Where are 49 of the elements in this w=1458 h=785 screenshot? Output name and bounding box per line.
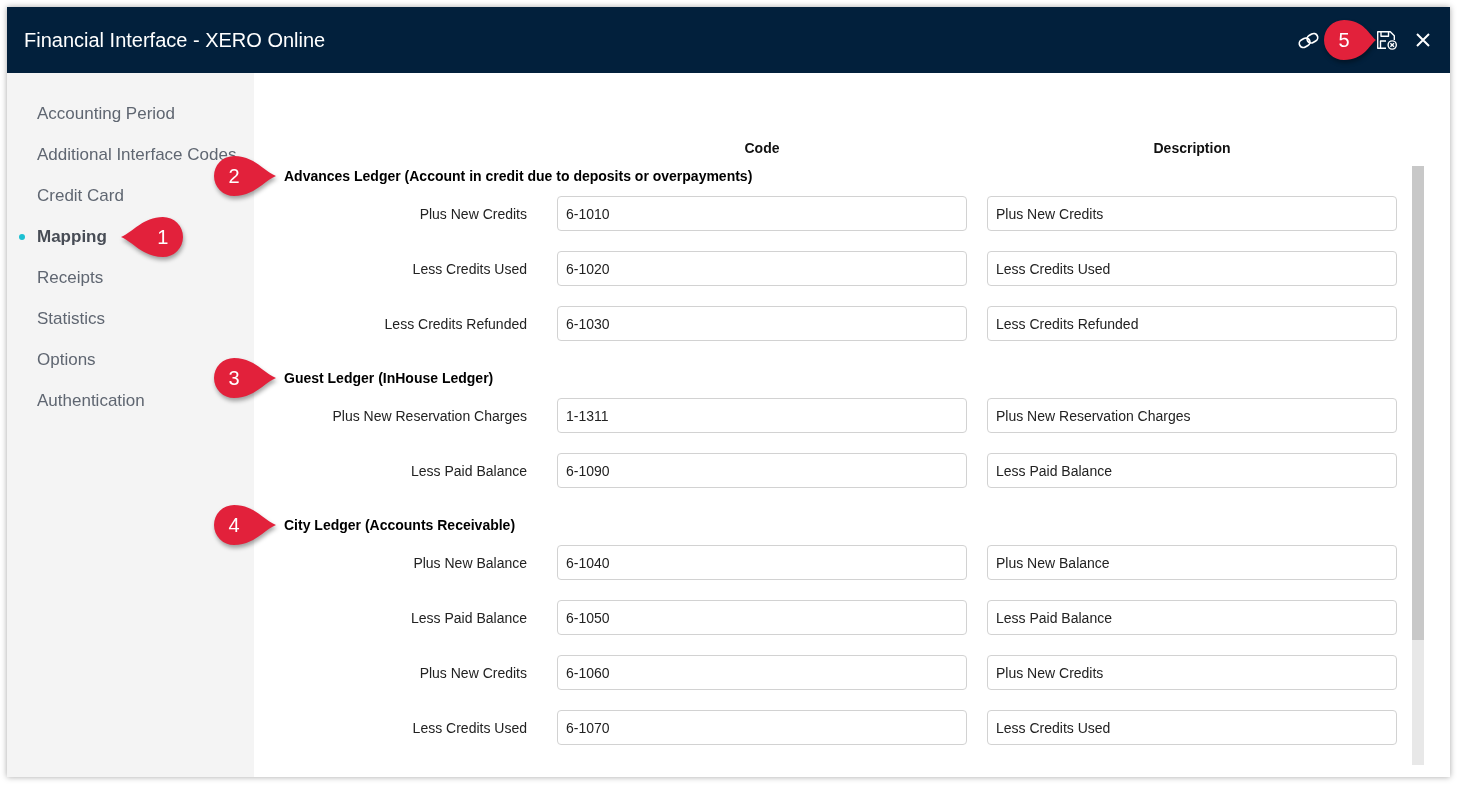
section-title: City Ledger (Accounts Receivable) (284, 516, 516, 535)
code-field[interactable]: 6-1060 (557, 655, 967, 690)
column-header: Description (1153, 139, 1231, 158)
field-label: Less Credits Used (412, 719, 527, 736)
sidebar-item[interactable]: Receipts (37, 267, 104, 288)
field-label: Plus New Balance (413, 554, 527, 571)
sidebar-item[interactable]: Credit Card (37, 185, 124, 206)
step-callout: 1 (120, 216, 183, 257)
description-field[interactable]: Less Credits Refunded (987, 306, 1397, 341)
step-callout: 5 (1324, 20, 1376, 60)
description-field[interactable]: Less Paid Balance (987, 453, 1397, 488)
description-field[interactable]: Less Paid Balance (987, 600, 1397, 635)
step-callout: 4 (214, 505, 276, 545)
description-field[interactable]: Plus New Balance (987, 545, 1397, 580)
code-field[interactable]: 6-1020 (557, 251, 967, 286)
code-field[interactable]: 6-1090 (557, 453, 967, 488)
description-field[interactable]: Plus New Reservation Charges (987, 398, 1397, 433)
section-title: Advances Ledger (Account in credit due to deposits or overpayments) (284, 167, 753, 186)
sidebar-item[interactable]: Mapping (19, 226, 107, 247)
field-label: Less Paid Balance (411, 609, 527, 626)
floppy-disk-cancel-icon[interactable] (1376, 30, 1398, 50)
scrollbar[interactable] (1412, 166, 1424, 765)
window-title: Financial Interface - XERO Online (24, 28, 326, 52)
sidebar-item[interactable]: Statistics (37, 308, 106, 329)
selected-dot-icon (19, 233, 25, 240)
field-label: Less Credits Refunded (384, 315, 527, 332)
code-field[interactable]: 6-1030 (557, 306, 967, 341)
description-field[interactable]: Less Credits Used (987, 251, 1397, 286)
column-header: Code (744, 139, 780, 158)
description-field[interactable]: Less Credits Used (987, 710, 1397, 745)
sidebar-item[interactable]: Accounting Period (37, 103, 175, 124)
description-field[interactable]: Plus New Credits (987, 196, 1397, 231)
code-field[interactable]: 1-1311 (557, 398, 967, 433)
code-field[interactable]: 6-1010 (557, 196, 967, 231)
description-field[interactable]: Plus New Credits (987, 655, 1397, 690)
field-label: Plus New Credits (419, 664, 527, 681)
close-icon[interactable] (1416, 33, 1430, 47)
code-field[interactable]: 6-1050 (557, 600, 967, 635)
field-label: Plus New Credits (419, 205, 527, 222)
sidebar-item[interactable]: Options (37, 349, 96, 370)
code-field[interactable]: 6-1040 (557, 545, 967, 580)
step-callout: 3 (214, 358, 276, 398)
section-title: Guest Ledger (InHouse Ledger) (284, 369, 494, 388)
field-label: Less Credits Used (412, 260, 527, 277)
code-field[interactable]: 6-1070 (557, 710, 967, 745)
link-icon[interactable] (1297, 31, 1320, 49)
sidebar-item[interactable]: Authentication (37, 390, 145, 411)
field-label: Plus New Reservation Charges (332, 407, 527, 424)
field-label: Less Paid Balance (411, 462, 527, 479)
